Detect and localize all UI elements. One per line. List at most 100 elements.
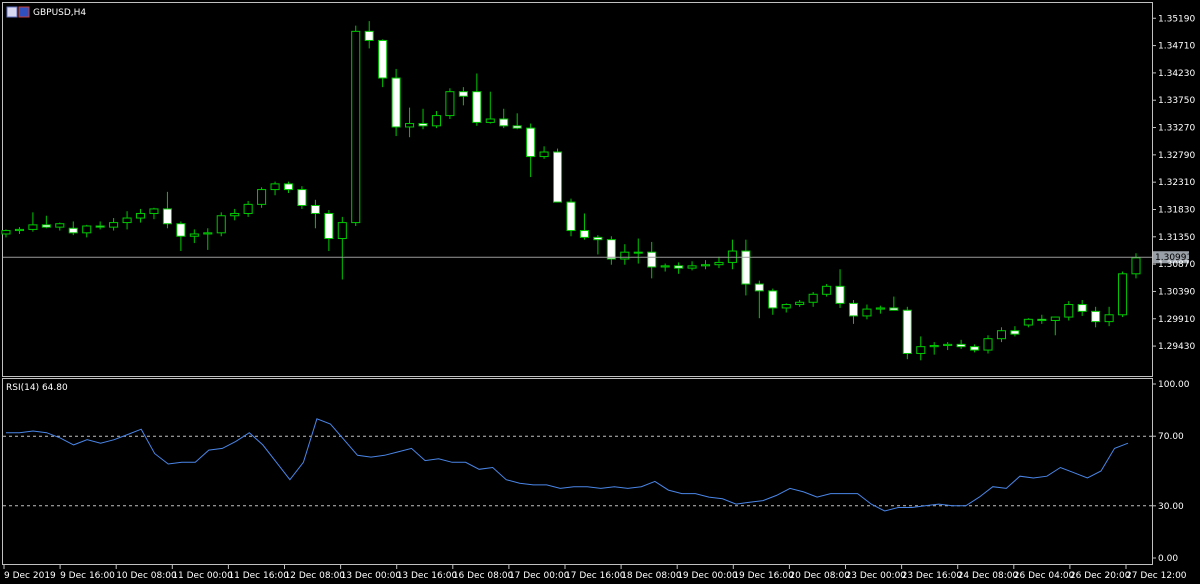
candle-body — [122, 217, 132, 224]
price-tick-label: 1.31350 — [1158, 233, 1195, 243]
candle-body — [55, 223, 65, 228]
price-tick-label: 1.34230 — [1158, 69, 1195, 79]
candle-body — [1, 230, 11, 235]
time-tick-label: 23 Dec 00:00 — [846, 571, 907, 581]
price-tick-label: 1.33750 — [1158, 96, 1195, 106]
candle-body — [1091, 310, 1101, 323]
rsi-indicator-label: RSI(14) 64.80 — [6, 383, 68, 393]
candle-body — [647, 251, 657, 268]
rsi-tick-label: 70.00 — [1158, 432, 1184, 442]
price-tick-label: 1.30870 — [1158, 260, 1195, 270]
chart-canvas[interactable]: 1.30991 1.351901.347101.342301.337501.33… — [0, 0, 1200, 584]
time-tick-label: 17 Dec 00:00 — [509, 571, 570, 581]
candle-body — [283, 183, 294, 191]
candle-body — [189, 233, 199, 237]
candle-body — [95, 225, 105, 228]
candle-body — [808, 293, 818, 303]
rsi-tick-label: 0.00 — [1158, 554, 1178, 564]
candle-body — [472, 91, 482, 123]
time-tick-label: 18 Dec 08:00 — [621, 571, 682, 581]
candle-body — [270, 183, 280, 191]
time-tick-label: 13 Dec 00:00 — [341, 571, 402, 581]
time-tick-label: 20 Dec 08:00 — [789, 571, 850, 581]
price-tick-label: 1.35190 — [1158, 14, 1195, 24]
candle-body — [970, 346, 980, 351]
candle-body — [983, 338, 993, 351]
candle-body — [1104, 314, 1114, 323]
candle-body — [1050, 316, 1060, 321]
candle-body — [1023, 318, 1033, 326]
candle-body — [458, 91, 468, 97]
candle-body — [956, 343, 966, 348]
candle-body — [633, 251, 643, 254]
candle-body — [243, 203, 253, 214]
time-tick-label: 11 Dec 16:00 — [228, 571, 289, 581]
price-tick-label: 1.31830 — [1158, 205, 1195, 215]
candle-body — [257, 189, 267, 205]
price-axis: 1.35190 1.34710 1.34230 1.33750 1.33270 1.327… — [1152, 14, 1195, 352]
candle-body — [943, 343, 953, 347]
candle-body — [499, 118, 509, 127]
candle-body — [539, 151, 549, 158]
price-tick-label: 1.32310 — [1158, 178, 1195, 188]
price-panel-frame — [2, 2, 1153, 377]
time-tick-label: 23 Dec 16:00 — [902, 571, 963, 581]
candle-body — [405, 123, 415, 128]
price-tick-label: 1.29430 — [1158, 342, 1195, 352]
chart-title: GBPUSD,H4 — [33, 8, 86, 18]
time-tick-label: 26 Dec 20:00 — [1070, 571, 1131, 581]
price-tick-label: 1.34710 — [1158, 42, 1195, 52]
candle-body — [579, 230, 589, 238]
price-tick-label: 1.30390 — [1158, 287, 1195, 297]
candle-body — [795, 301, 805, 306]
candle-body — [149, 208, 159, 214]
time-tick-label: 26 Dec 04:00 — [1014, 571, 1075, 581]
candle-body — [714, 261, 724, 266]
candle-body — [902, 309, 912, 354]
candle-body — [230, 212, 240, 217]
candle-body — [1077, 304, 1087, 312]
candle-body — [68, 227, 78, 234]
candle-body — [674, 265, 684, 269]
time-tick-label: 16 Dec 08:00 — [453, 571, 514, 581]
rsi-level-lines — [3, 435, 1152, 507]
candle-body — [391, 77, 401, 128]
candle-body — [310, 205, 320, 214]
candle-body — [1010, 330, 1020, 335]
candle-body — [28, 224, 38, 230]
time-tick-label: 11 Dec 00:00 — [172, 571, 233, 581]
time-tick-label: 27 Dec 12:00 — [1126, 571, 1187, 581]
candle-body — [14, 228, 24, 232]
candle-body — [1064, 304, 1074, 318]
candle-body — [848, 302, 859, 317]
flag-gb-icon — [6, 6, 18, 18]
rsi-line-path — [6, 418, 1129, 512]
symbol-title: GBPUSD,H4 — [6, 6, 86, 18]
time-tick-label: 9 Dec 16:00 — [60, 571, 115, 581]
price-tick-label: 1.33270 — [1158, 124, 1195, 134]
time-tick-label: 19 Dec 16:00 — [733, 571, 794, 581]
candle-body — [768, 290, 778, 309]
candle-body — [431, 115, 442, 127]
time-tick-label: 17 Dec 16:00 — [565, 571, 626, 581]
rsi-tick-label: 30.00 — [1158, 502, 1184, 512]
candle-body — [700, 264, 711, 267]
candle-body — [162, 208, 172, 225]
candle-body — [378, 39, 388, 79]
candle-body — [862, 308, 872, 317]
rsi-series — [6, 418, 1129, 512]
flag-us-icon — [18, 6, 30, 18]
candle-body — [660, 265, 670, 268]
candle-body — [1131, 257, 1141, 275]
candle-body — [553, 151, 563, 203]
candle-body — [822, 285, 832, 295]
candlestick-series — [1, 21, 1141, 361]
price-tick-label: 1.32790 — [1158, 151, 1195, 161]
price-tick-label: 1.29910 — [1158, 315, 1195, 325]
candle-body — [741, 250, 751, 285]
candle-body — [445, 91, 455, 117]
candle-body — [606, 239, 616, 260]
candle-body — [781, 304, 791, 309]
candle-body — [929, 345, 939, 348]
time-tick-label: 24 Dec 08:00 — [958, 571, 1019, 581]
